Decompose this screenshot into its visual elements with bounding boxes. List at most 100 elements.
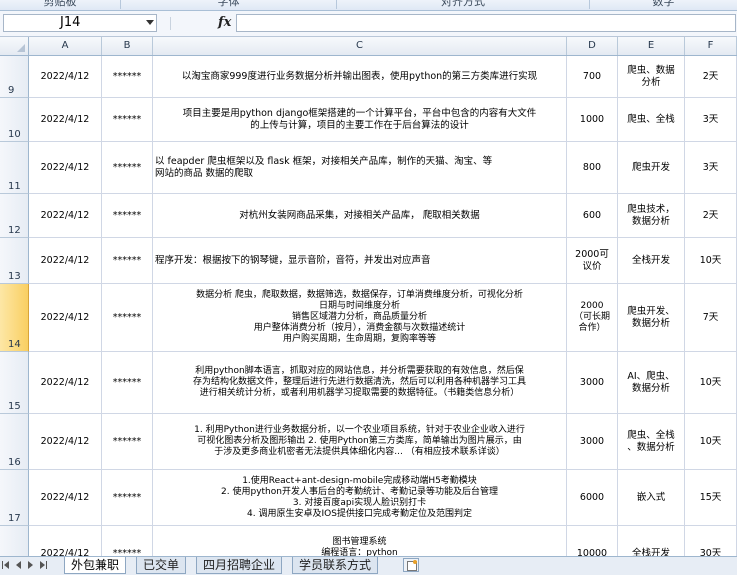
masked-cell[interactable]: ****** [102, 56, 153, 98]
date-cell[interactable]: 2022/4/12 [29, 98, 102, 142]
ribbon: 剪贴板 字体 对齐方式 数字 [0, 0, 737, 11]
masked-cell[interactable]: ****** [102, 470, 153, 526]
table-row: 14 2022/4/12 ****** 数据分析 爬虫，爬取数据，数据筛选，数据… [0, 284, 737, 352]
ribbon-group-number[interactable]: 数字 [590, 0, 737, 9]
price-cell[interactable]: 600 [567, 194, 618, 238]
description-cell[interactable]: 数据分析 爬虫，爬取数据，数据筛选，数据保存，订单消费维度分析，可视化分析 日期… [153, 284, 567, 352]
price-cell[interactable]: 2000 （可长期 合作） [567, 284, 618, 352]
insert-sheet-icon[interactable] [403, 558, 419, 572]
duration-cell[interactable]: 7天 [685, 284, 737, 352]
ribbon-group-font[interactable]: 字体 [121, 0, 337, 9]
masked-cell[interactable]: ****** [102, 238, 153, 284]
sheet-tab-submitted[interactable]: 已交单 [136, 557, 187, 574]
description-cell[interactable]: 程序开发：根据按下的钢琴键，显示音阶，音符，并发出对应声音 [153, 238, 567, 284]
ribbon-group-clipboard[interactable]: 剪贴板 [0, 0, 121, 9]
sheet-tabs-bar: 外包兼职 已交单 四月招聘企业 学员联系方式 [0, 556, 737, 575]
insert-function-icon[interactable]: fx [218, 15, 231, 30]
column-header-d[interactable]: D [567, 37, 618, 55]
duration-cell[interactable]: 3天 [685, 98, 737, 142]
price-cell[interactable]: 3000 [567, 352, 618, 414]
duration-cell[interactable]: 30天 [685, 526, 737, 556]
row-header[interactable]: 18 [0, 526, 29, 556]
masked-cell[interactable]: ****** [102, 526, 153, 556]
column-header-c[interactable]: C [153, 37, 567, 55]
description-cell[interactable]: 对杭州女装网商品采集，对接相关产品库， 爬取相关数据 [153, 194, 567, 238]
date-cell[interactable]: 2022/4/12 [29, 142, 102, 194]
name-box[interactable]: J14 [3, 14, 157, 32]
masked-cell[interactable]: ****** [102, 98, 153, 142]
type-cell[interactable]: 爬虫技术， 数据分析 [618, 194, 685, 238]
description-cell[interactable]: 以 feapder 爬虫框架以及 flask 框架，对接相关产品库，制作的天猫、… [153, 142, 567, 194]
sheet-tab-student-contacts[interactable]: 学员联系方式 [292, 557, 379, 574]
sheet-tab-april-recruiting[interactable]: 四月招聘企业 [196, 557, 283, 574]
description-cell[interactable]: 以淘宝商家999度进行业务数据分析并输出图表，使用python的第三方类库进行实… [153, 56, 567, 98]
row-header[interactable]: 17 [0, 470, 29, 526]
last-sheet-icon[interactable] [40, 561, 47, 569]
sheet-tab-outsourcing[interactable]: 外包兼职 [64, 557, 127, 574]
date-cell[interactable]: 2022/4/12 [29, 526, 102, 556]
duration-cell[interactable]: 2天 [685, 56, 737, 98]
masked-cell[interactable]: ****** [102, 284, 153, 352]
table-row: 9 2022/4/12 ****** 以淘宝商家999度进行业务数据分析并输出图… [0, 56, 737, 98]
type-cell[interactable]: 爬虫、全栈 、数据分析 [618, 414, 685, 470]
type-cell[interactable]: 全栈开发 [618, 526, 685, 556]
first-sheet-icon[interactable] [2, 561, 9, 569]
row-header[interactable]: 15 [0, 352, 29, 414]
duration-cell[interactable]: 15天 [685, 470, 737, 526]
date-cell[interactable]: 2022/4/12 [29, 56, 102, 98]
description-cell[interactable]: 图书管理系统 编程语言：python 功能：专注于图书管理的社交平台。 [153, 526, 567, 556]
select-all-button[interactable] [0, 37, 29, 55]
masked-cell[interactable]: ****** [102, 352, 153, 414]
duration-cell[interactable]: 10天 [685, 414, 737, 470]
type-cell[interactable]: 爬虫、全栈 [618, 98, 685, 142]
description-cell[interactable]: 1.使用React+ant-design-mobile完成移动端H5考勤模块 2… [153, 470, 567, 526]
description-cell[interactable]: 利用python脚本语言，抓取对应的网站信息，并分析需要获取的有效信息，然后保 … [153, 352, 567, 414]
duration-cell[interactable]: 3天 [685, 142, 737, 194]
price-cell[interactable]: 700 [567, 56, 618, 98]
masked-cell[interactable]: ****** [102, 194, 153, 238]
date-cell[interactable]: 2022/4/12 [29, 194, 102, 238]
spreadsheet-grid[interactable]: 9 2022/4/12 ****** 以淘宝商家999度进行业务数据分析并输出图… [0, 56, 737, 556]
type-cell[interactable]: AI、爬虫、 数据分析 [618, 352, 685, 414]
name-box-dropdown-icon[interactable] [146, 20, 154, 25]
type-cell[interactable]: 爬虫开发、 数据分析 [618, 284, 685, 352]
row-header[interactable]: 9 [0, 56, 29, 98]
formula-input[interactable] [236, 14, 736, 32]
duration-cell[interactable]: 10天 [685, 238, 737, 284]
date-cell[interactable]: 2022/4/12 [29, 470, 102, 526]
date-cell[interactable]: 2022/4/12 [29, 414, 102, 470]
row-header[interactable]: 13 [0, 238, 29, 284]
duration-cell[interactable]: 10天 [685, 352, 737, 414]
price-cell[interactable]: 6000 [567, 470, 618, 526]
column-header-f[interactable]: F [685, 37, 737, 55]
price-cell[interactable]: 2000可 议价 [567, 238, 618, 284]
date-cell[interactable]: 2022/4/12 [29, 238, 102, 284]
row-header[interactable]: 11 [0, 142, 29, 194]
column-header-b[interactable]: B [102, 37, 153, 55]
table-row: 13 2022/4/12 ****** 程序开发：根据按下的钢琴键，显示音阶，音… [0, 238, 737, 284]
column-header-e[interactable]: E [618, 37, 685, 55]
masked-cell[interactable]: ****** [102, 414, 153, 470]
type-cell[interactable]: 全栈开发 [618, 238, 685, 284]
price-cell[interactable]: 3000 [567, 414, 618, 470]
row-header[interactable]: 16 [0, 414, 29, 470]
column-header-a[interactable]: A [29, 37, 102, 55]
masked-cell[interactable]: ****** [102, 142, 153, 194]
price-cell[interactable]: 10000 [567, 526, 618, 556]
date-cell[interactable]: 2022/4/12 [29, 352, 102, 414]
duration-cell[interactable]: 2天 [685, 194, 737, 238]
description-cell[interactable]: 1. 利用Python进行业务数据分析，以一个农业项目系统，针对于农业企业收入进… [153, 414, 567, 470]
ribbon-group-alignment[interactable]: 对齐方式 [337, 0, 590, 9]
previous-sheet-icon[interactable] [16, 561, 21, 569]
type-cell[interactable]: 爬虫开发 [618, 142, 685, 194]
type-cell[interactable]: 嵌入式 [618, 470, 685, 526]
price-cell[interactable]: 1000 [567, 98, 618, 142]
description-cell[interactable]: 项目主要是用python django框架搭建的一个计算平台，平台中包含的内容有… [153, 98, 567, 142]
row-header[interactable]: 10 [0, 98, 29, 142]
date-cell[interactable]: 2022/4/12 [29, 284, 102, 352]
price-cell[interactable]: 800 [567, 142, 618, 194]
next-sheet-icon[interactable] [28, 561, 33, 569]
type-cell[interactable]: 爬虫、数据 分析 [618, 56, 685, 98]
row-header-active[interactable]: 14 [0, 284, 29, 352]
row-header[interactable]: 12 [0, 194, 29, 238]
